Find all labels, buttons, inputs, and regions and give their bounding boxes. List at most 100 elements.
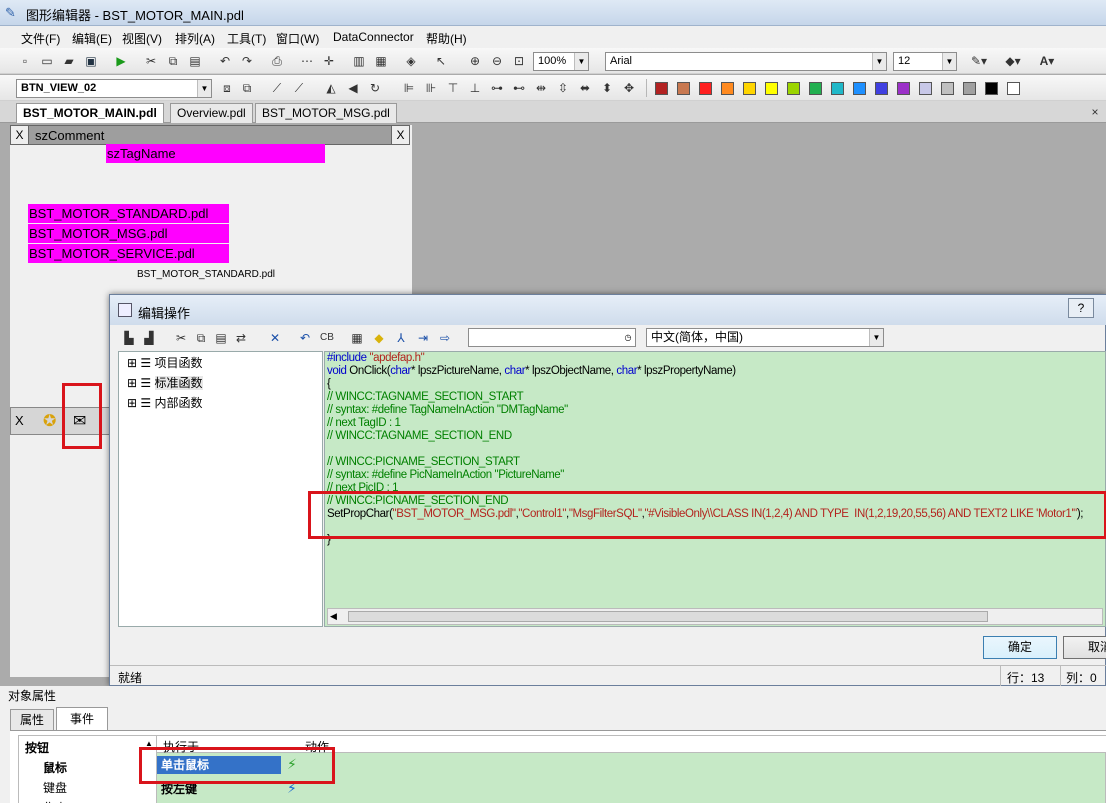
delete-icon[interactable]: ✕ — [266, 329, 284, 347]
paste-icon[interactable]: ▤ — [212, 329, 230, 347]
color-swatch[interactable] — [677, 82, 690, 95]
color-swatch[interactable] — [765, 82, 778, 95]
case-icon[interactable]: CB — [318, 329, 336, 347]
color-swatch[interactable] — [831, 82, 844, 95]
tab-bst-motor-msg[interactable]: BST_MOTOR_MSG.pdl — [255, 103, 397, 123]
wand2-icon[interactable]: ⟋ — [290, 79, 308, 97]
same-size-icon[interactable]: ✥ — [620, 79, 638, 97]
ok-button[interactable]: 确定 — [983, 636, 1057, 659]
flip-vertical-icon[interactable]: ◀ — [344, 79, 362, 97]
color-swatch[interactable] — [897, 82, 910, 95]
expand-icon[interactable]: ⊞ — [127, 396, 137, 410]
color-swatch[interactable] — [699, 82, 712, 95]
close-right-button[interactable]: X — [391, 126, 409, 144]
tab-overview[interactable]: Overview.pdl — [170, 103, 253, 123]
menu-file[interactable]: 文件(F) — [21, 30, 60, 47]
same-width-icon[interactable]: ⬌ — [576, 79, 594, 97]
color-swatch[interactable] — [941, 82, 954, 95]
redo-icon[interactable]: ↷ — [238, 52, 256, 70]
wizard-icon[interactable]: ✪ — [43, 411, 56, 431]
menu-edit[interactable]: 编辑(E) — [72, 30, 112, 47]
tab-bst-motor-main[interactable]: BST_MOTOR_MAIN.pdl — [16, 103, 164, 123]
align-right-icon[interactable]: ⊪ — [422, 79, 440, 97]
snap-icon[interactable]: ✛ — [320, 52, 338, 70]
undo-icon[interactable]: ↶ — [216, 52, 234, 70]
code-editor[interactable]: #include "apdefap.h" void OnClick(char* … — [324, 351, 1106, 627]
color-swatch[interactable] — [743, 82, 756, 95]
close-tab-icon[interactable]: × — [1086, 103, 1104, 121]
import-icon[interactable]: ▟ — [140, 329, 158, 347]
copy-icon[interactable]: ⧉ — [164, 52, 182, 70]
link-msg[interactable]: BST_MOTOR_MSG.pdl — [28, 224, 229, 243]
step-in-icon[interactable]: ⇥ — [414, 329, 432, 347]
tree-item-standard-functions[interactable]: ⊞ ☰ 标准函数 — [127, 374, 203, 392]
close-left-button[interactable]: X — [11, 126, 29, 144]
zoom-fit-icon[interactable]: ⊡ — [510, 52, 528, 70]
center-v-icon[interactable]: ⊷ — [510, 79, 528, 97]
fill-color-icon[interactable]: ◆▾ — [1000, 52, 1026, 70]
tab-events[interactable]: 事件 — [56, 707, 108, 730]
layer-front-icon[interactable]: ⧈ — [218, 79, 236, 97]
cut-icon[interactable]: ✂ — [172, 329, 190, 347]
menu-dataconnector[interactable]: DataConnector — [333, 30, 414, 44]
color-swatch[interactable] — [1007, 82, 1020, 95]
expand-icon[interactable]: ⊞ — [127, 356, 137, 370]
undo-icon[interactable]: ↶ — [296, 329, 314, 347]
copy-icon[interactable]: ⧉ — [192, 329, 210, 347]
layers-icon[interactable]: ▥ — [350, 52, 368, 70]
tree-focus[interactable]: 焦点 — [43, 799, 67, 803]
tree-item-internal-functions[interactable]: ⊞ ☰ 内部函数 — [127, 394, 203, 412]
open-icon[interactable]: ▰ — [60, 52, 78, 70]
replace-icon[interactable]: ⇄ — [232, 329, 250, 347]
compile-icon[interactable]: ▙ — [120, 329, 138, 347]
print-icon[interactable]: ⎙ — [268, 52, 286, 70]
tagname-field[interactable]: szTagName — [106, 144, 325, 163]
flip-horizontal-icon[interactable]: ◭ — [322, 79, 340, 97]
line-color-icon[interactable]: ✎▾ — [966, 52, 992, 70]
color-swatch[interactable] — [655, 82, 668, 95]
object-cube-icon[interactable]: ◆ — [370, 329, 388, 347]
tree-keyboard[interactable]: 键盘 — [43, 779, 67, 796]
space-h-icon[interactable]: ⇹ — [532, 79, 550, 97]
tree-mouse[interactable]: 鼠标 — [43, 759, 67, 776]
align-bottom-icon[interactable]: ⊥ — [466, 79, 484, 97]
menu-window[interactable]: 窗口(W) — [276, 30, 319, 47]
color-swatch[interactable] — [875, 82, 888, 95]
font-select[interactable]: Arial ▼ — [605, 52, 887, 71]
color-swatch[interactable] — [809, 82, 822, 95]
menu-tools[interactable]: 工具(T) — [227, 30, 266, 47]
align-left-icon[interactable]: ⊫ — [400, 79, 418, 97]
color-swatch[interactable] — [919, 82, 932, 95]
color-swatch[interactable] — [721, 82, 734, 95]
save-icon[interactable]: ▣ — [82, 52, 100, 70]
help-pointer-icon[interactable]: ↖ — [432, 52, 450, 70]
link-standard[interactable]: BST_MOTOR_STANDARD.pdl — [28, 204, 229, 223]
tag-icon[interactable]: ◈ — [402, 52, 420, 70]
link-service[interactable]: BST_MOTOR_SERVICE.pdl — [28, 244, 229, 263]
same-height-icon[interactable]: ⬍ — [598, 79, 616, 97]
layer-back-icon[interactable]: ⧉ — [238, 79, 256, 97]
horizontal-scrollbar[interactable]: ◀ — [327, 608, 1103, 625]
tree-button[interactable]: 按钮 — [25, 739, 49, 756]
menu-arrange[interactable]: 排列(A) — [175, 30, 215, 47]
scroll-thumb[interactable] — [348, 611, 988, 622]
font-size-select[interactable]: 12 ▼ — [893, 52, 957, 71]
object-select[interactable]: BTN_VIEW_02 ▼ — [16, 79, 212, 98]
tag-select-icon[interactable]: ▦ — [348, 329, 366, 347]
grid-icon[interactable]: ⋯ — [298, 52, 316, 70]
library-icon[interactable]: ▦ — [372, 52, 390, 70]
wand-icon[interactable]: ⟋ — [268, 79, 286, 97]
zoom-select[interactable]: 100% ▼ — [533, 52, 589, 71]
cancel-button[interactable]: 取消 — [1063, 636, 1106, 659]
zoom-out-icon[interactable]: ⊖ — [488, 52, 506, 70]
help-button[interactable]: ? — [1068, 298, 1094, 318]
paste-icon[interactable]: ▤ — [186, 52, 204, 70]
color-swatch[interactable] — [787, 82, 800, 95]
color-swatch[interactable] — [853, 82, 866, 95]
align-top-icon[interactable]: ⊤ — [444, 79, 462, 97]
menu-view[interactable]: 视图(V) — [122, 30, 162, 47]
step-out-icon[interactable]: ⇨ — [436, 329, 454, 347]
run-icon[interactable]: ▶ — [112, 52, 130, 70]
space-v-icon[interactable]: ⇳ — [554, 79, 572, 97]
tab-properties[interactable]: 属性 — [10, 709, 54, 730]
